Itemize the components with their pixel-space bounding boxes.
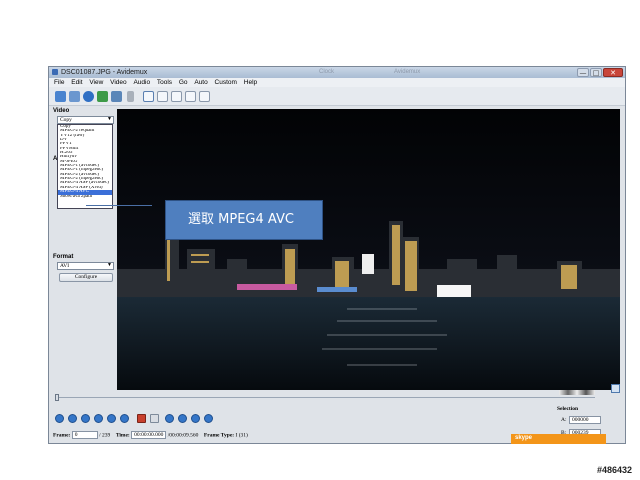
calculator-icon[interactable] xyxy=(127,91,134,102)
side-by-side-icon[interactable] xyxy=(171,91,182,102)
frame-total: / 239 xyxy=(99,432,111,439)
zoom-icon[interactable] xyxy=(611,384,620,393)
top-bottom-icon[interactable] xyxy=(185,91,196,102)
menu-edit[interactable]: Edit xyxy=(71,79,82,86)
previous-black-frame-icon[interactable] xyxy=(165,414,174,423)
format-value: AVI xyxy=(60,263,70,269)
time-label: Time: xyxy=(115,432,130,439)
next-frame-icon[interactable] xyxy=(94,414,103,423)
callout-connector xyxy=(86,205,152,206)
menu-view[interactable]: View xyxy=(89,79,103,86)
status-bar: Frame: 0 / 239 Time: 00:00:00.000 /00:00… xyxy=(53,431,248,439)
minimize-button[interactable]: — xyxy=(577,68,589,77)
video-codec-select[interactable]: Copy ▼ xyxy=(57,116,114,124)
app-window: DSC01087.JPG - Avidemux Clock Avidemux —… xyxy=(48,66,626,444)
separate-icon[interactable] xyxy=(199,91,210,102)
previous-frame-icon[interactable] xyxy=(81,414,90,423)
chevron-down-icon: ▼ xyxy=(107,117,112,122)
video-codec-dropdown: Copy MPEG-2 requant YV12 (raw) DV FFV1 F… xyxy=(57,124,113,209)
seek-track[interactable] xyxy=(55,397,595,398)
maximize-button[interactable]: □ xyxy=(590,68,602,77)
video-section-label: Video xyxy=(53,108,70,114)
menu-video[interactable]: Video xyxy=(110,79,127,86)
app-icon xyxy=(52,69,58,75)
first-frame-icon[interactable] xyxy=(191,414,200,423)
background-window-title: Clock xyxy=(319,69,335,75)
frame-type-label: Frame Type: xyxy=(203,432,235,439)
volume-meter xyxy=(559,390,595,395)
toolbar xyxy=(49,87,625,106)
previous-keyframe-icon[interactable] xyxy=(107,414,116,423)
marker-a-field[interactable]: 000000 xyxy=(569,416,601,424)
next-keyframe-icon[interactable] xyxy=(120,414,129,423)
callout-annotation: 選取 MPEG4 AVC xyxy=(165,200,323,240)
window-title: DSC01087.JPG - Avidemux xyxy=(61,69,148,76)
close-button[interactable]: ✕ xyxy=(603,68,623,77)
codec-option[interactable]: Snow/ava 2path xyxy=(60,195,112,199)
frame-type-value: I (31) xyxy=(235,432,248,439)
open-icon[interactable] xyxy=(55,91,66,102)
menu-bar: File Edit View Video Audio Tools Go Auto… xyxy=(49,78,625,87)
menu-auto[interactable]: Auto xyxy=(194,79,207,86)
info-icon[interactable] xyxy=(83,91,94,102)
menu-audio[interactable]: Audio xyxy=(133,79,150,86)
background-window-title: Avidemux xyxy=(394,69,421,75)
play-icon[interactable] xyxy=(55,414,64,423)
configure-button[interactable]: Configure xyxy=(59,273,113,282)
preview-input-icon[interactable] xyxy=(143,91,154,102)
mark-a-icon[interactable] xyxy=(137,414,146,423)
seek-handle[interactable] xyxy=(55,394,59,401)
skype-label: skype xyxy=(515,435,533,441)
video-codec-value: Copy xyxy=(60,117,72,123)
menu-custom[interactable]: Custom xyxy=(215,79,237,86)
frame-input[interactable]: 0 xyxy=(71,431,98,439)
menu-tools[interactable]: Tools xyxy=(157,79,172,86)
format-section-label: Format xyxy=(53,254,74,260)
stop-icon[interactable] xyxy=(68,414,77,423)
last-frame-icon[interactable] xyxy=(204,414,213,423)
time-total: /00:00:09.560 xyxy=(167,432,199,439)
time-input[interactable]: 00:00:00.000 xyxy=(131,431,167,439)
preview-output-icon[interactable] xyxy=(157,91,168,102)
title-bar[interactable]: DSC01087.JPG - Avidemux Clock Avidemux —… xyxy=(49,67,625,78)
image-watermark: #486432 xyxy=(596,465,632,475)
video-preview xyxy=(117,109,620,390)
save-icon[interactable] xyxy=(97,91,108,102)
open-append-icon[interactable] xyxy=(69,91,80,102)
selection-panel: Selection A: 000000 B: 000239 xyxy=(557,384,620,440)
marker-a-label: A: xyxy=(561,417,567,423)
save-image-icon[interactable] xyxy=(111,91,122,102)
next-black-frame-icon[interactable] xyxy=(178,414,187,423)
skype-notification[interactable]: skype xyxy=(511,434,606,444)
menu-file[interactable]: File xyxy=(54,79,64,86)
menu-go[interactable]: Go xyxy=(179,79,188,86)
chevron-down-icon: ▼ xyxy=(107,263,112,268)
city-night-image xyxy=(117,109,620,390)
menu-help[interactable]: Help xyxy=(244,79,257,86)
frame-label: Frame: xyxy=(53,432,71,439)
selection-label: Selection xyxy=(557,406,579,412)
format-select[interactable]: AVI ▼ xyxy=(57,262,114,270)
seek-bar[interactable] xyxy=(55,394,595,401)
mark-b-icon[interactable] xyxy=(150,414,159,423)
